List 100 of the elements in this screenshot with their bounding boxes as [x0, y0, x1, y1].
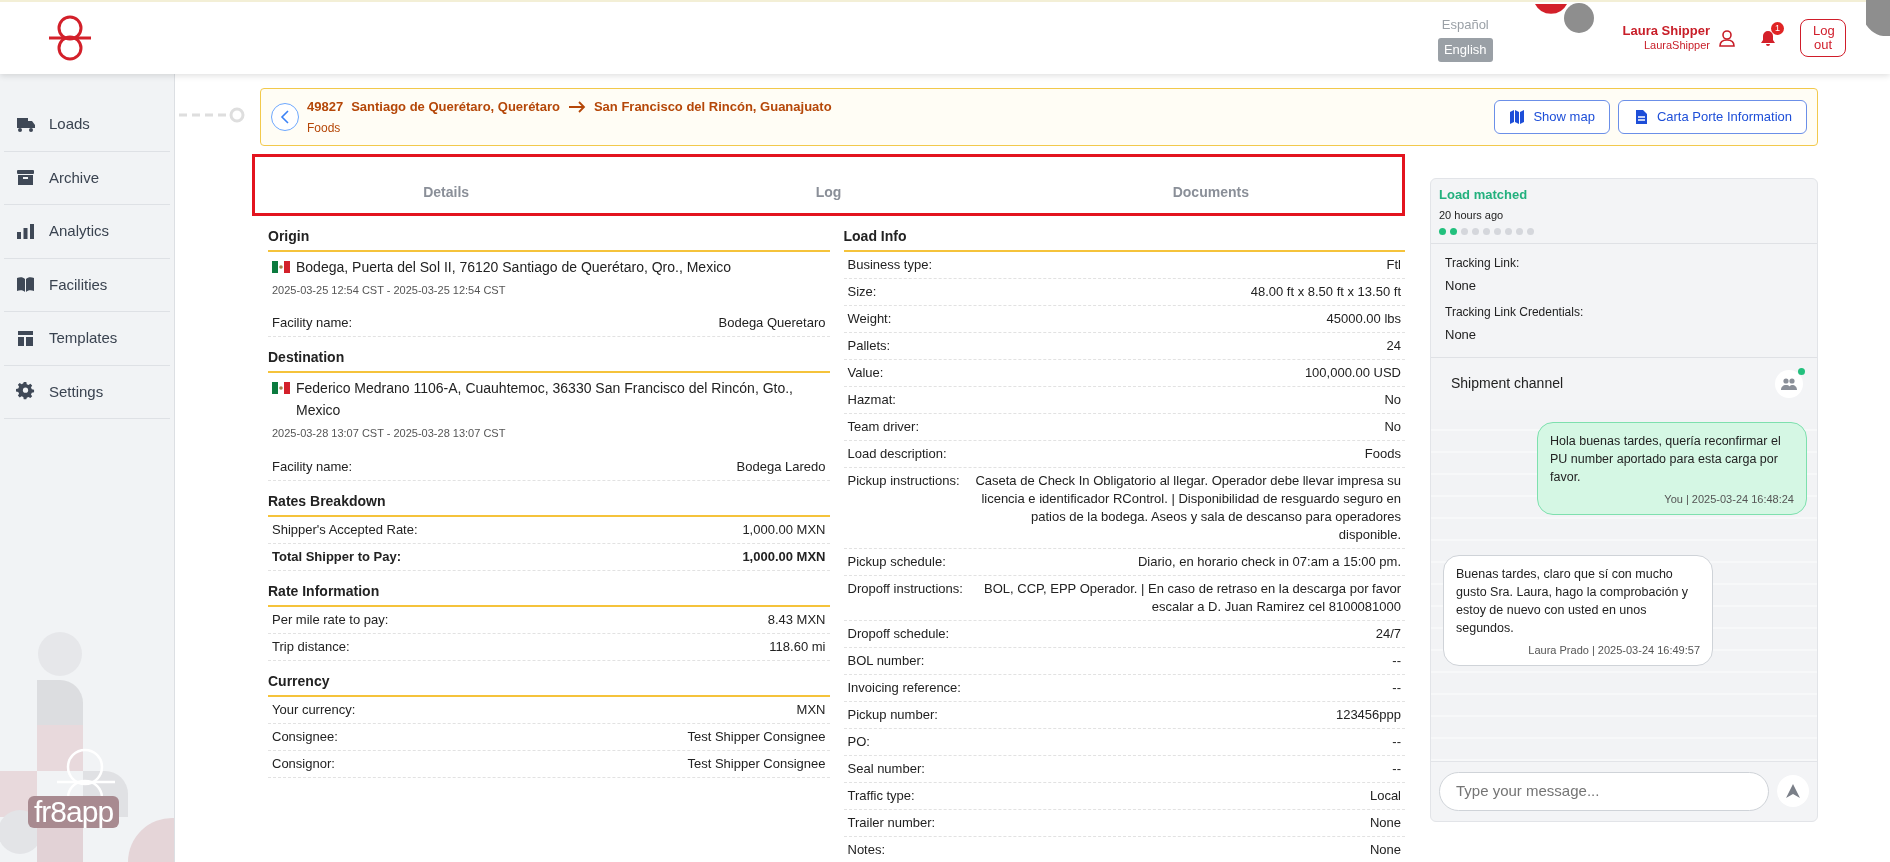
field-label: Pallets:	[847, 336, 891, 355]
book-icon	[16, 275, 35, 295]
notification-count: 1	[1771, 22, 1784, 36]
field-value: Caseta de Check In Obligatorio al llegar. Operador debe llevar impresa su licencia e identificador RControl. | Disponibilidad de resguardo seguro en patios de la bodega. Aseos y sala de descanso para operadores disponible.	[974, 471, 1401, 544]
section-title: Destination	[268, 341, 830, 373]
field-value: None	[1369, 813, 1401, 832]
field-value: 118.60 mi	[769, 637, 826, 656]
bell-icon[interactable]	[1760, 30, 1776, 48]
field-label: Tracking Link Credentials:	[1445, 304, 1585, 321]
time-window: 2025-03-25 12:54 CST - 2025-03-25 12:54 CST	[268, 277, 830, 310]
field-label: Weight:	[847, 309, 892, 328]
field-value: 1,000.00 MXN	[742, 520, 826, 539]
load-id: 49827	[307, 98, 344, 116]
field-label: Hazmat:	[847, 390, 896, 409]
field-value: 1,000.00 MXN	[742, 547, 826, 566]
field-label: Tracking Link:	[1445, 254, 1521, 272]
load-description: Foods	[307, 119, 342, 137]
section-title: Currency	[268, 664, 830, 697]
field-label: Trailer number:	[847, 813, 936, 832]
sidebar-item[interactable]: Templates	[4, 312, 170, 366]
field-value: 123456ppp	[1335, 705, 1401, 724]
field-value: --	[1392, 732, 1401, 751]
layout-icon	[16, 328, 35, 348]
field-value: No	[1384, 390, 1401, 409]
field-value: 24	[1386, 336, 1401, 355]
arrow-right-icon	[567, 100, 586, 113]
field-value: None	[1445, 276, 1478, 295]
message-text: Hola buenas tardes, quería reconfirmar el PU number aportado para esta carga por favor.	[1550, 432, 1782, 486]
field-label: Facility name:	[272, 457, 353, 476]
field-label: Your currency:	[272, 700, 356, 719]
status-time: 20 hours ago	[1439, 208, 1505, 223]
field-value: Diario, en horario check in 07:am a 15:00 pm.	[1137, 552, 1401, 571]
field-value: Test Shipper Consignee	[687, 754, 826, 773]
field-value: MXN	[796, 700, 826, 719]
field-value: Local	[1369, 786, 1401, 805]
logout-button[interactable]: Log out	[1800, 19, 1846, 57]
action-button[interactable]: Show map	[1494, 100, 1610, 134]
sidebar-item[interactable]: Loads	[4, 98, 170, 152]
person-icon[interactable]	[1718, 29, 1736, 47]
back-button[interactable]	[271, 102, 299, 131]
map-icon	[1509, 108, 1526, 125]
message-text: Buenas tardes, claro que sí con mucho gusto Sra. Laura, hago la comprobación y estoy de nuevo con usted en unos segundos.	[1456, 565, 1690, 637]
field-value: --	[1392, 678, 1401, 697]
participants-button[interactable]	[1775, 369, 1803, 398]
field-value: Foods	[1364, 444, 1401, 463]
sidebar-item[interactable]: Analytics	[4, 205, 170, 259]
send-icon	[1785, 783, 1801, 800]
sidebar-item[interactable]: Settings	[4, 365, 170, 419]
archive-box-icon	[16, 168, 35, 188]
message-meta: You | 2025-03-24 16:48:24	[1663, 491, 1794, 507]
user-login: LauraShipper	[1642, 38, 1710, 52]
field-value: None	[1369, 840, 1401, 859]
field-label: Dropoff instructions:	[847, 579, 963, 598]
chevron-left-icon	[280, 109, 290, 124]
field-label: Invoicing reference:	[847, 678, 961, 697]
mexico-flag-icon	[272, 260, 290, 273]
field-label: Consignee:	[272, 727, 338, 746]
field-value: No	[1384, 417, 1401, 436]
field-label: Trip distance:	[272, 637, 350, 656]
address-text: Federico Medrano 1106-A, Cuauhtemoc, 36330 San Francisco del Rincón, Gto., Mexico	[296, 379, 794, 420]
section-title: Load Info	[843, 219, 1405, 252]
field-value: Bodega Laredo	[736, 457, 826, 476]
origin-city: Santiago de Querétaro, Querétaro	[351, 98, 560, 116]
user-name: Laura Shipper	[1622, 24, 1710, 38]
field-label: Facility name:	[272, 314, 353, 332]
field-label: Total Shipper to Pay:	[272, 547, 402, 566]
people-icon	[1781, 377, 1797, 390]
field-label: Size:	[847, 282, 877, 301]
field-value: BOL, CCP, EPP Operador. | En caso de retraso en la descarga por favor escalar a D. Juan Ramirez cel 8100081000	[983, 579, 1401, 616]
field-label: Shipper's Accepted Rate:	[272, 520, 418, 539]
field-label: Pickup number:	[847, 705, 938, 724]
section-title: Rates Breakdown	[268, 484, 830, 517]
field-value: --	[1392, 651, 1401, 670]
time-window: 2025-03-28 13:07 CST - 2025-03-28 13:07 CST	[268, 421, 830, 454]
field-label: Team driver:	[847, 417, 920, 436]
field-value: 8.43 MXN	[767, 610, 826, 629]
field-label: Notes:	[847, 840, 886, 859]
field-label: PO:	[847, 732, 870, 751]
field-label: Traffic type:	[847, 786, 915, 805]
section-title: Origin	[268, 219, 830, 252]
sidebar-item[interactable]: Facilities	[4, 258, 170, 312]
field-label: Load description:	[847, 444, 947, 463]
message-meta: Laura Prado | 2025-03-24 16:49:57	[1527, 642, 1700, 658]
action-button[interactable]: Carta Porte Information	[1617, 100, 1807, 134]
send-button[interactable]	[1777, 775, 1809, 808]
field-label: Pickup instructions:	[847, 471, 960, 490]
field-value: Bodega Queretaro	[718, 314, 826, 332]
bar-chart-icon	[16, 221, 35, 241]
settings-icon	[16, 382, 35, 402]
section-title: Rate Information	[268, 574, 830, 607]
mexico-flag-icon	[272, 382, 290, 394]
field-value: None	[1445, 326, 1478, 344]
field-value: Test Shipper Consignee	[687, 727, 826, 746]
field-label: Pickup schedule:	[847, 552, 946, 571]
sidebar-item[interactable]: Archive	[4, 151, 170, 205]
brand-text: fr8app	[28, 796, 120, 828]
message-field[interactable]: Type your message...	[1439, 772, 1769, 811]
field-label: Consignor:	[272, 754, 335, 773]
destination-city: San Francisco del Rincón, Guanajuato	[593, 98, 832, 116]
field-value: --	[1392, 759, 1401, 778]
